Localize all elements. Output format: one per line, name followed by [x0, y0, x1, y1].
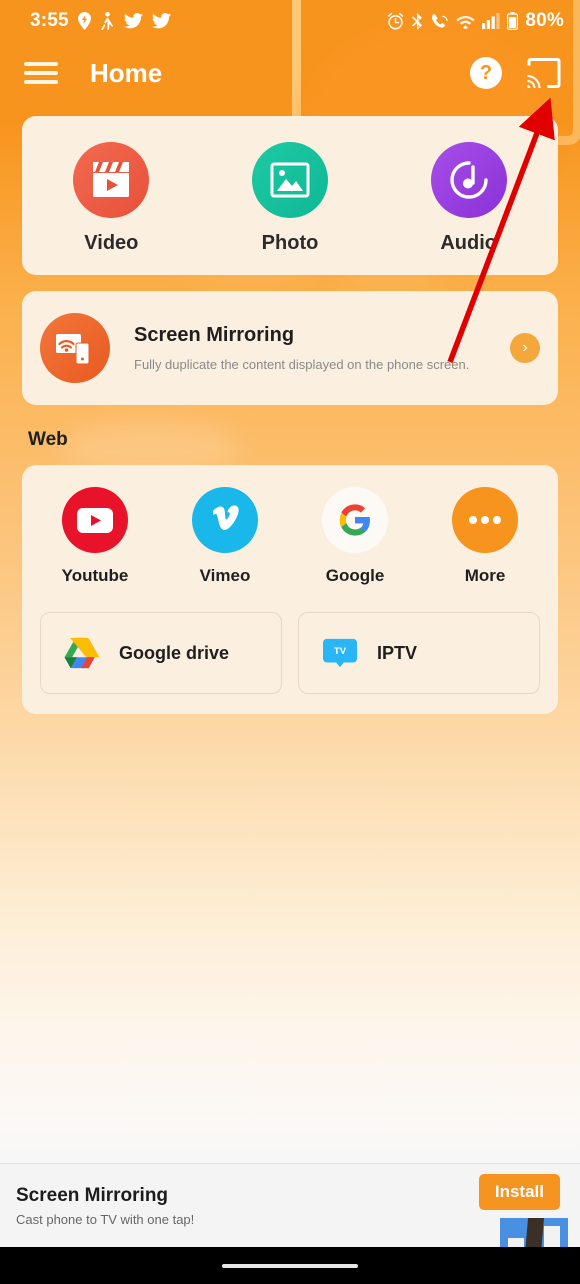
- web-item-youtube[interactable]: Youtube: [30, 487, 160, 586]
- google-drive-icon: [64, 637, 100, 669]
- media-item-label: Photo: [261, 232, 319, 254]
- web-item-label: Vimeo: [199, 566, 251, 585]
- web-section-title: Web: [28, 429, 68, 450]
- tv-icon: TV: [323, 638, 357, 668]
- chip-label: IPTV: [377, 642, 418, 663]
- app-bar: Home ?: [0, 42, 580, 104]
- screen-mirroring-icon: [40, 313, 110, 383]
- status-bar-left: 3:55: [30, 10, 171, 32]
- chip-iptv[interactable]: TV IPTV: [298, 612, 540, 694]
- vimeo-icon: [192, 487, 258, 553]
- system-nav-bar: [0, 1247, 580, 1284]
- battery-percent: 80%: [525, 10, 564, 31]
- web-item-vimeo[interactable]: Vimeo: [160, 487, 290, 586]
- alarm-icon: [388, 12, 404, 29]
- film-clapperboard-icon: [73, 142, 150, 218]
- status-bar: 3:55 80%: [0, 0, 580, 42]
- screen-mirroring-card[interactable]: Screen Mirroring Fully duplicate the con…: [22, 291, 558, 405]
- web-item-google[interactable]: Google: [290, 487, 420, 586]
- media-types-card: Video Photo Audio: [22, 116, 558, 275]
- web-shortcuts-row: Youtube Vimeo Google More: [22, 487, 558, 586]
- ad-title: Screen Mirroring: [16, 1184, 169, 1206]
- status-time: 3:55: [30, 10, 69, 31]
- ad-text: Screen Mirroring Cast phone to TV with o…: [16, 1185, 483, 1227]
- wifi-icon: [456, 15, 476, 29]
- screen-mirroring-title: Screen Mirroring: [134, 324, 295, 346]
- status-bar-right: 80%: [387, 10, 564, 32]
- chevron-right-icon[interactable]: ›: [510, 333, 540, 363]
- twitter-bird-icon: [151, 13, 171, 29]
- music-note-icon: [430, 142, 507, 218]
- chip-label: Google drive: [119, 642, 230, 663]
- image-picture-icon: [252, 142, 328, 218]
- hamburger-menu-icon[interactable]: [24, 60, 58, 86]
- media-item-audio[interactable]: Audio: [379, 142, 558, 255]
- main-content: Video Photo Audio Screen Mirroring Fully…: [0, 104, 580, 714]
- web-item-more[interactable]: More: [420, 487, 550, 586]
- signal-bars-icon: [482, 13, 500, 29]
- screen-mirroring-subtitle: Fully duplicate the content displayed on…: [134, 357, 470, 372]
- media-item-label: Audio: [440, 232, 497, 254]
- web-item-label: More: [464, 566, 506, 585]
- help-icon[interactable]: ?: [470, 57, 502, 89]
- web-item-label: Youtube: [61, 566, 129, 585]
- cast-icon[interactable]: [526, 58, 562, 88]
- home-gesture-pill[interactable]: [222, 1263, 358, 1268]
- media-item-photo[interactable]: Photo: [201, 142, 380, 255]
- media-item-label: Video: [84, 232, 139, 254]
- twitter-bird-icon: [123, 13, 143, 29]
- youtube-icon: [62, 487, 128, 553]
- location-pin-icon: [77, 12, 91, 30]
- web-card: Youtube Vimeo Google More Google drive T…: [22, 465, 558, 714]
- more-dots-icon: [452, 487, 518, 553]
- web-chips-row: Google drive TV IPTV: [22, 586, 558, 694]
- activity-person-icon: [100, 12, 114, 30]
- bluetooth-icon: [412, 12, 423, 30]
- google-g-icon: [322, 487, 388, 553]
- svg-text:TV: TV: [334, 646, 347, 657]
- battery-icon: [507, 12, 519, 30]
- screen-mirroring-text: Screen Mirroring Fully duplicate the con…: [134, 324, 510, 372]
- ad-subtitle: Cast phone to TV with one tap!: [16, 1211, 195, 1227]
- page-title: Home: [90, 57, 163, 88]
- web-item-label: Google: [325, 566, 385, 585]
- phone-screen: 3:55 80% Home ? Video Photo Audio Screen…: [0, 0, 580, 1284]
- chip-google-drive[interactable]: Google drive: [40, 612, 282, 694]
- media-item-video[interactable]: Video: [22, 142, 201, 255]
- install-button[interactable]: Install: [478, 1173, 560, 1210]
- wifi-calling-icon: [432, 13, 449, 27]
